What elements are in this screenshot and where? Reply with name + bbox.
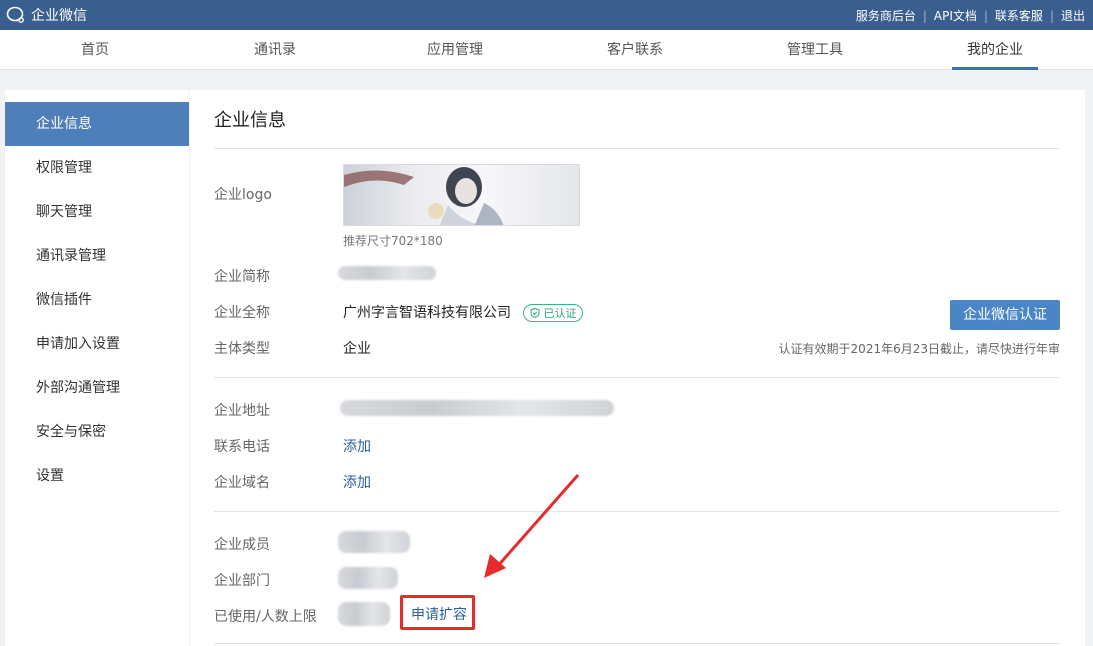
departments-label: 企业部门 (214, 573, 270, 589)
sidebar-item-wechat-plugin[interactable]: 微信插件 (5, 278, 189, 322)
top-bar: 企业微信 服务商后台 | API文档 | 联系客服 | 退出 (0, 0, 1093, 30)
top-links: 服务商后台 | API文档 | 联系客服 | 退出 (856, 7, 1085, 24)
tab-management-tools[interactable]: 管理工具 (770, 30, 860, 70)
logo-illustration (344, 167, 504, 225)
members-label: 企业成员 (214, 537, 270, 553)
tab-home[interactable]: 首页 (50, 30, 140, 70)
sidebar-item-company-info[interactable]: 企业信息 (5, 102, 189, 146)
tab-customer-contact[interactable]: 客户联系 (590, 30, 680, 70)
tab-contacts[interactable]: 通讯录 (230, 30, 320, 70)
sidebar: 企业信息 权限管理 聊天管理 通讯录管理 微信插件 申请加入设置 外部沟通管理 … (5, 90, 189, 646)
sidebar-item-settings[interactable]: 设置 (5, 454, 189, 498)
verify-expiry-note: 认证有效期于2021年6月23日截止，请尽快进行年审 (778, 342, 1060, 356)
departments-value-redacted (338, 567, 398, 589)
entity-type-label: 主体类型 (214, 341, 270, 357)
divider (214, 643, 1060, 644)
contact-support-link[interactable]: 联系客服 (995, 7, 1043, 24)
verified-badge-label: 已认证 (543, 307, 577, 320)
full-name-row: 广州字言智语科技有限公司 已认证 (343, 302, 584, 322)
members-value-redacted (338, 531, 410, 553)
page-title: 企业信息 (214, 110, 286, 131)
add-phone-link[interactable]: 添加 (343, 436, 371, 456)
tab-app-management[interactable]: 应用管理 (410, 30, 500, 70)
sidebar-item-contacts-management[interactable]: 通讯录管理 (5, 234, 189, 278)
main-nav: 首页 通讯录 应用管理 客户联系 管理工具 我的企业 (0, 30, 1093, 70)
logo-label: 企业logo (214, 187, 272, 203)
brand[interactable]: 企业微信 (6, 5, 87, 25)
sidebar-item-external-communication[interactable]: 外部沟通管理 (5, 366, 189, 410)
verified-badge: 已认证 (523, 304, 584, 322)
apply-expansion-link[interactable]: 申请扩容 (411, 604, 467, 624)
logo-size-hint: 推荐尺寸702*180 (343, 234, 443, 248)
full-name-value: 广州字言智语科技有限公司 (343, 305, 511, 321)
separator: | (1049, 8, 1054, 23)
short-name-label: 企业简称 (214, 269, 270, 285)
shield-check-icon (530, 308, 540, 318)
company-info-panel: 企业信息 企业logo 推荐尺寸702*180 企业简称 企业全称 广州字言智语… (190, 90, 1085, 646)
full-name-label: 企业全称 (214, 305, 270, 321)
divider (214, 511, 1060, 512)
wecom-verify-button[interactable]: 企业微信认证 (950, 300, 1060, 330)
sidebar-item-join-settings[interactable]: 申请加入设置 (5, 322, 189, 366)
tab-my-company[interactable]: 我的企业 (950, 30, 1040, 70)
sidebar-item-security[interactable]: 安全与保密 (5, 410, 189, 454)
member-limit-label: 已使用/人数上限 (214, 609, 317, 625)
member-limit-value-redacted (338, 602, 390, 626)
phone-label: 联系电话 (214, 439, 270, 455)
address-label: 企业地址 (214, 403, 270, 419)
app-title: 企业微信 (31, 8, 87, 24)
wecom-logo-icon (6, 6, 24, 23)
add-domain-link[interactable]: 添加 (343, 472, 371, 492)
logout-link[interactable]: 退出 (1061, 7, 1085, 24)
short-name-value-redacted (338, 266, 436, 280)
separator: | (922, 8, 927, 23)
provider-console-link[interactable]: 服务商后台 (856, 7, 916, 24)
api-docs-link[interactable]: API文档 (934, 7, 977, 24)
address-value-redacted (340, 400, 614, 416)
divider (214, 148, 1060, 149)
entity-type-value: 企业 (343, 341, 371, 357)
company-logo-image[interactable] (343, 164, 580, 226)
sidebar-item-chat-management[interactable]: 聊天管理 (5, 190, 189, 234)
divider (214, 377, 1060, 378)
domain-label: 企业域名 (214, 475, 270, 491)
separator: | (983, 8, 988, 23)
sidebar-item-permissions[interactable]: 权限管理 (5, 146, 189, 190)
